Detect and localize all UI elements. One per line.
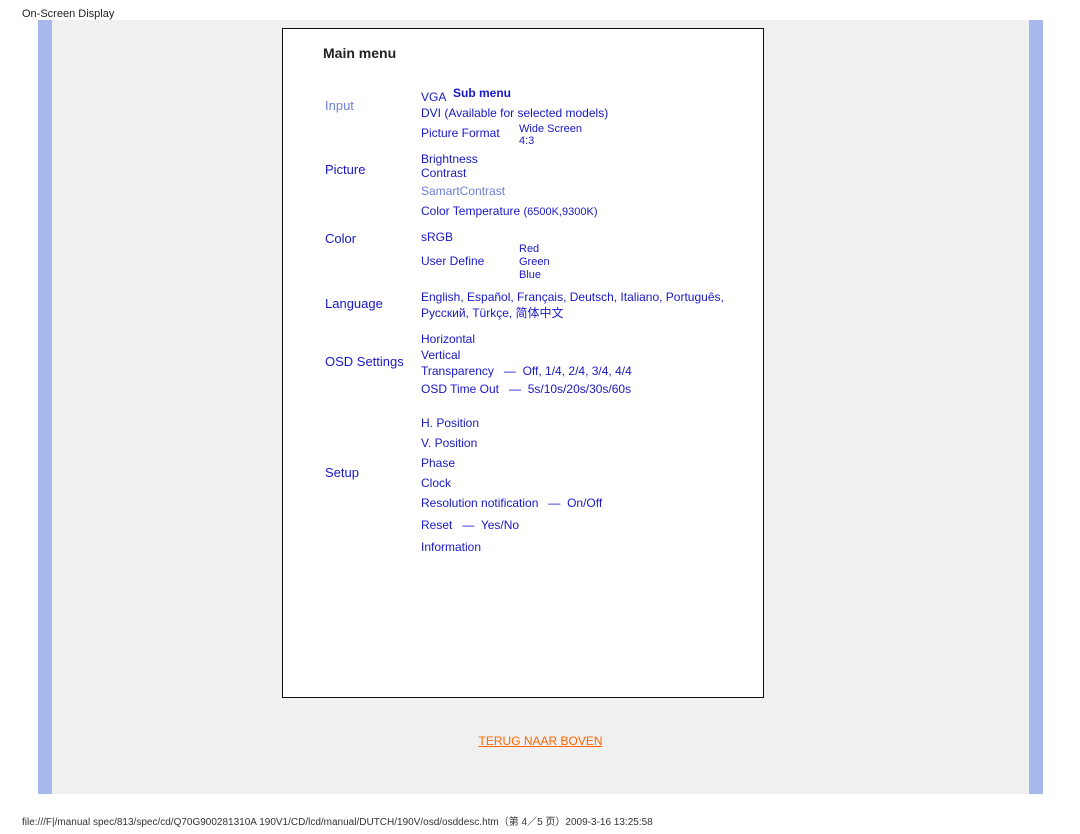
label-picture-format: Picture Format [421, 126, 500, 140]
label-resnotif: Resolution notification [421, 496, 538, 510]
sub-horizontal: Horizontal [421, 331, 475, 347]
sub-vga: VGA [421, 89, 446, 105]
vals-timeout: 5s/10s/20s/30s/60s [528, 382, 631, 396]
sub-vposition: V. Position [421, 435, 477, 451]
footer-path: file:///F|/manual spec/813/spec/cd/Q70G9… [22, 813, 653, 828]
sub-hposition: H. Position [421, 415, 479, 431]
left-border [38, 20, 52, 794]
main-item-osd: OSD Settings [325, 355, 404, 369]
main-item-setup: Setup [325, 466, 359, 480]
sub-dvi: DVI (Available for selected models) [421, 105, 608, 121]
sub-languages: English, Español, Français, Deutsch, Ita… [421, 289, 741, 321]
vals-reset: Yes/No [481, 518, 519, 532]
right-border [1029, 20, 1043, 794]
sub-information: Information [421, 539, 481, 555]
label-timeout: OSD Time Out [421, 382, 499, 396]
label-colortemp: Color Temperature [421, 204, 520, 218]
vals-transparency: Off, 1/4, 2/4, 3/4, 4/4 [523, 364, 632, 378]
content-frame: Main menu Sub menu Input Picture Color L… [38, 20, 1043, 794]
label-reset: Reset [421, 518, 452, 532]
main-item-picture: Picture [325, 163, 365, 177]
main-item-color: Color [325, 232, 356, 246]
sub-picture-format: Picture Format [421, 125, 500, 141]
main-item-language: Language [325, 297, 383, 311]
label-transparency: Transparency [421, 364, 494, 378]
sub-phase: Phase [421, 455, 455, 471]
header-sub-menu: Sub menu [453, 85, 783, 101]
sub-userdef: User Define [421, 253, 484, 269]
sub-timeout: OSD Time Out — 5s/10s/20s/30s/60s [421, 381, 631, 397]
page-title: On-Screen Display [22, 8, 114, 20]
main-item-input: Input [325, 99, 354, 113]
osd-menu-diagram: Main menu Sub menu Input Picture Color L… [282, 28, 764, 698]
sub-srgb: sRGB [421, 229, 453, 245]
sub-vertical: Vertical [421, 347, 460, 363]
content-area: Main menu Sub menu Input Picture Color L… [52, 20, 1029, 794]
vals-colortemp: (6500K,9300K) [524, 206, 598, 218]
sub-resnotif: Resolution notification — On/Off [421, 495, 602, 511]
sub-smartcontrast: SamartContrast [421, 183, 505, 199]
sub-ratio: 4:3 [519, 133, 534, 149]
header-main-menu: Main menu [323, 45, 396, 61]
sub-colortemp: Color Temperature (6500K,9300K) [421, 203, 598, 220]
vals-resnotif: On/Off [567, 496, 602, 510]
sub-reset: Reset — Yes/No [421, 517, 519, 533]
back-to-top-link[interactable]: TERUG NAAR BOVEN [52, 734, 1029, 748]
sub-contrast: Contrast [421, 165, 466, 181]
sub-clock: Clock [421, 475, 451, 491]
sub-blue: Blue [519, 267, 541, 283]
sub-transparency: Transparency — Off, 1/4, 2/4, 3/4, 4/4 [421, 363, 632, 379]
